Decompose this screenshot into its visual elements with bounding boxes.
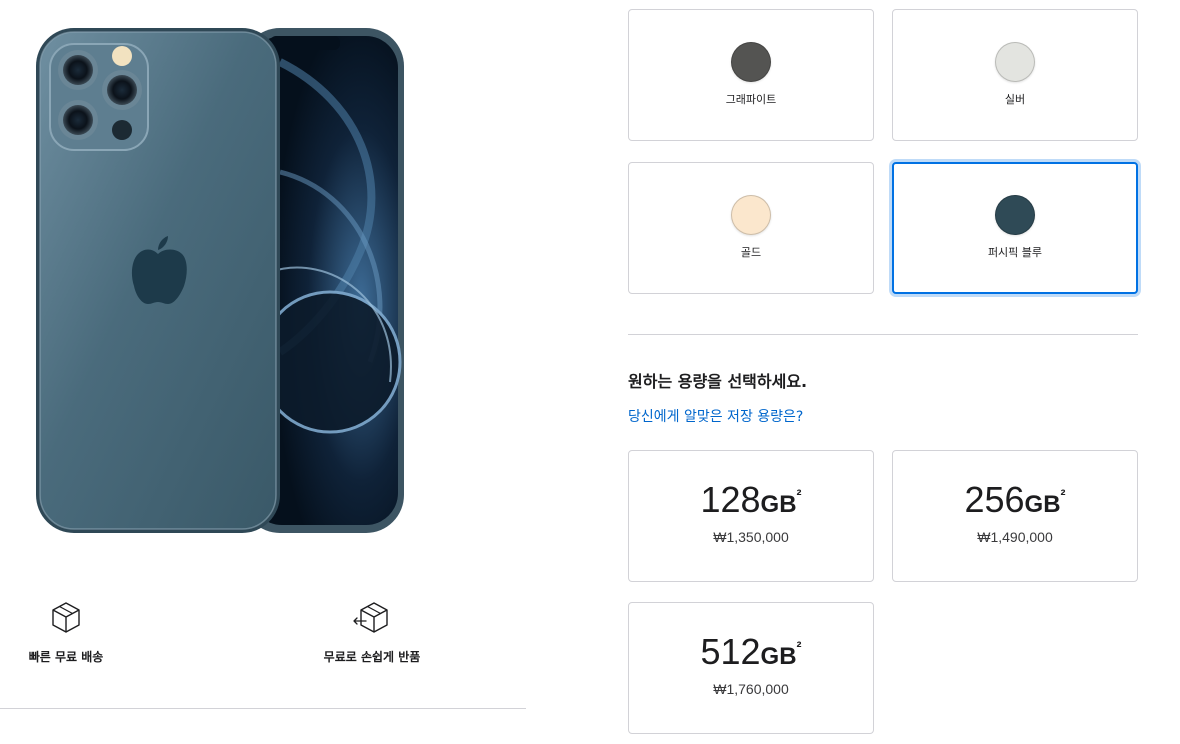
section-divider [628, 334, 1138, 335]
capacity-footnote: ² [1060, 487, 1066, 504]
storage-option-128[interactable]: 128GB² ₩1,350,000 [628, 450, 874, 582]
storage-price: ₩1,490,000 [977, 529, 1053, 545]
color-option-label: 그래파이트 [725, 93, 777, 106]
color-option-silver[interactable]: 실버 [892, 9, 1138, 141]
perk-label: 무료로 손쉽게 반품 [323, 650, 421, 664]
section-divider [0, 708, 526, 709]
product-image [30, 22, 410, 537]
perk-free-shipping: 빠른 무료 배송 [0, 600, 156, 665]
color-option-graphite[interactable]: 그래파이트 [628, 9, 874, 141]
storage-option-512[interactable]: 512GB² ₩1,760,000 [628, 602, 874, 734]
capacity-unit: GB [1024, 491, 1061, 518]
perk-free-returns: 무료로 손쉽게 반품 [282, 600, 462, 665]
box-icon [52, 602, 80, 633]
capacity-label: 128GB² [629, 479, 873, 521]
box-return-icon [353, 602, 388, 633]
capacity-number: 128 [700, 479, 761, 520]
capacity-number: 256 [964, 479, 1025, 520]
color-option-pacific-blue[interactable]: 퍼시픽 블루 [892, 162, 1138, 294]
color-option-gold[interactable]: 골드 [628, 162, 874, 294]
capacity-label: 512GB² [629, 631, 873, 673]
perk-label: 빠른 무료 배송 [28, 650, 104, 664]
gold-swatch [731, 195, 771, 235]
color-option-label: 퍼시픽 블루 [987, 246, 1043, 259]
capacity-unit: GB [760, 491, 797, 518]
silver-swatch [995, 42, 1035, 82]
storage-help-link[interactable]: 당신에게 알맞은 저장 용량은? [628, 406, 803, 426]
storage-price: ₩1,760,000 [713, 681, 789, 697]
color-option-label: 골드 [740, 246, 762, 259]
capacity-footnote: ² [796, 639, 802, 656]
iphone-pacific-blue-illustration [36, 28, 404, 533]
color-option-label: 실버 [1004, 93, 1026, 106]
capacity-number: 512 [700, 631, 761, 672]
capacity-unit: GB [760, 643, 797, 670]
storage-heading: 원하는 용량을 선택하세요. [628, 372, 808, 391]
capacity-label: 256GB² [893, 479, 1137, 521]
storage-option-256[interactable]: 256GB² ₩1,490,000 [892, 450, 1138, 582]
graphite-swatch [731, 42, 771, 82]
capacity-footnote: ² [796, 487, 802, 504]
pacific-blue-swatch [995, 195, 1035, 235]
storage-price: ₩1,350,000 [713, 529, 789, 545]
